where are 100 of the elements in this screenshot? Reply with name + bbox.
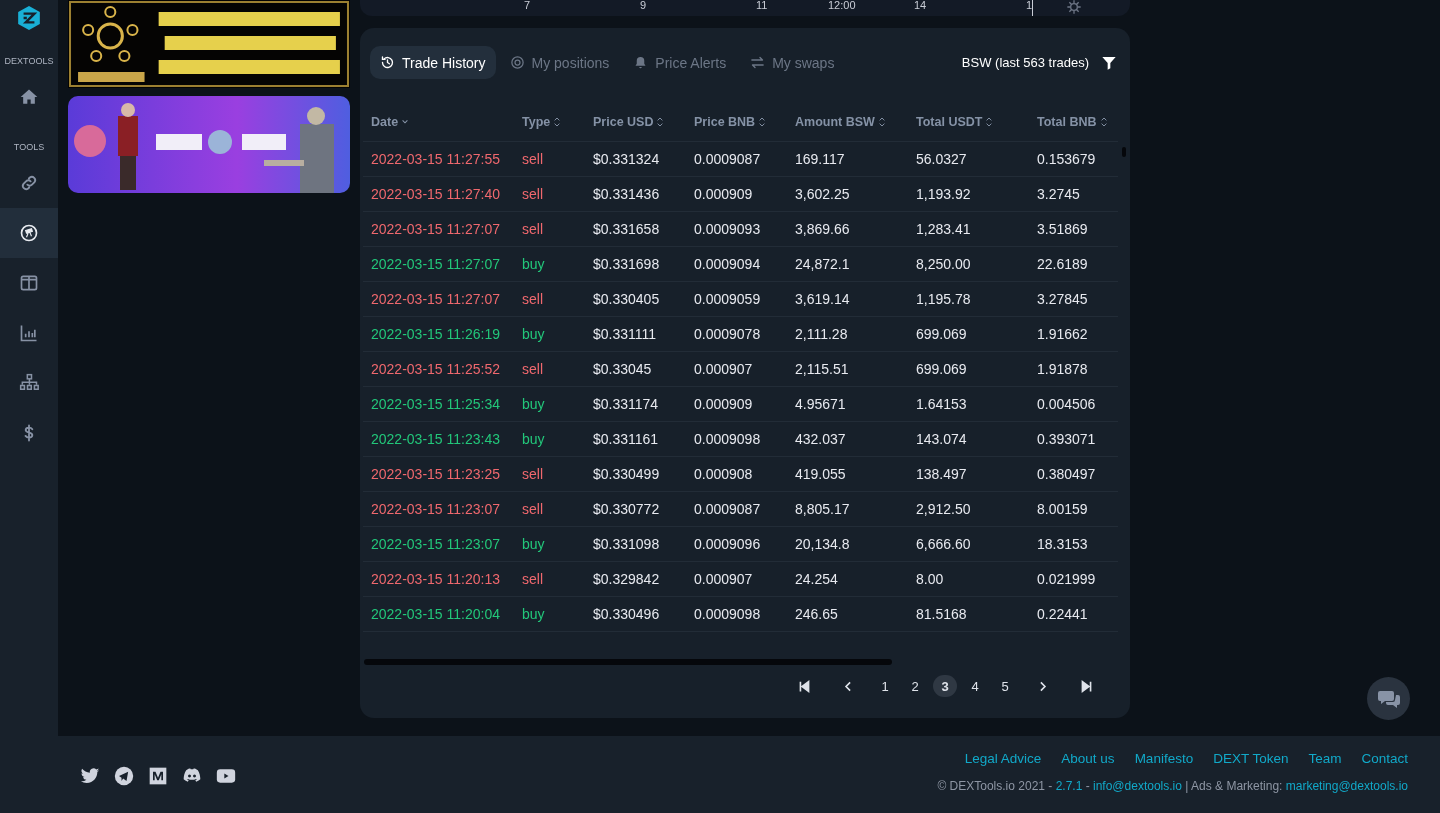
table-cell: 18.3153 <box>1037 536 1088 552</box>
table-cell: 3.2745 <box>1037 186 1080 202</box>
table-cell: 0.0009093 <box>694 221 761 237</box>
table-cell: 0.000909 <box>694 396 753 412</box>
table-cell: 3,602.25 <box>795 186 850 202</box>
swap-icon <box>750 55 766 70</box>
paper-plane-icon[interactable] <box>114 766 134 786</box>
axis-label: 14 <box>914 0 928 13</box>
chat-button[interactable] <box>1367 677 1410 720</box>
table-cell: sell <box>522 361 543 377</box>
settings-icon[interactable] <box>1066 0 1082 16</box>
table-cell: 1,195.78 <box>916 291 971 307</box>
table-cell: 0.0009094 <box>694 256 761 272</box>
bar-chart-icon <box>19 323 39 343</box>
table-cell: 8.00159 <box>1037 501 1088 517</box>
last-page-icon <box>1079 679 1093 693</box>
table-cell: 2022-03-15 11:27:07 <box>371 221 500 237</box>
table-cell: 4.95671 <box>795 396 846 412</box>
footer-link[interactable]: Manifesto <box>1134 751 1194 766</box>
sort-icon <box>758 117 767 127</box>
table-cell: 3.27845 <box>1037 291 1088 307</box>
scrollbar[interactable] <box>364 659 892 665</box>
sort-icon <box>656 117 665 127</box>
home-icon <box>19 87 39 107</box>
footer-link[interactable]: 2.7.1 <box>1055 779 1083 793</box>
history-icon <box>380 55 395 70</box>
table-cell: 0.0009087 <box>694 151 761 167</box>
table-cell: 0.0009087 <box>694 501 761 517</box>
column-header[interactable]: Total USDT <box>916 115 994 129</box>
sort-icon <box>985 117 994 127</box>
page-button[interactable]: 5 <box>993 675 1017 697</box>
page-button[interactable]: 3 <box>933 675 957 697</box>
sort-icon <box>553 117 562 127</box>
table-cell: 24.254 <box>795 571 838 587</box>
table-cell: 432.037 <box>795 431 846 447</box>
table-cell: buy <box>522 396 545 412</box>
column-header[interactable]: Type <box>522 115 562 129</box>
tab[interactable]: Price Alerts <box>623 46 737 79</box>
table-cell: 24,872.1 <box>795 256 850 272</box>
table-cell: $0.331436 <box>593 186 660 202</box>
table-cell: $0.331324 <box>593 151 660 167</box>
footer-link[interactable]: Legal Advice <box>964 751 1042 766</box>
video-play-icon[interactable] <box>216 766 236 786</box>
table-cell: 8,805.17 <box>795 501 850 517</box>
columns-icon <box>19 273 39 293</box>
table-cell: 0.000908 <box>694 466 753 482</box>
table-cell: 0.000907 <box>694 571 753 587</box>
table-cell: $0.331698 <box>593 256 660 272</box>
logo-icon[interactable] <box>16 4 42 32</box>
table-cell: buy <box>522 431 545 447</box>
table-cell: 56.0327 <box>916 151 967 167</box>
tab[interactable]: Trade History <box>370 46 496 79</box>
target-icon <box>509 55 525 70</box>
copyright-text: | Ads & Marketing: <box>1184 779 1284 793</box>
table-cell: sell <box>522 571 543 587</box>
table-cell: 2022-03-15 11:20:04 <box>371 606 500 622</box>
tab[interactable]: My swaps <box>740 46 845 79</box>
crosshair-line <box>1032 0 1033 16</box>
filter-icon <box>1101 54 1117 71</box>
footer-link[interactable]: Contact <box>1361 751 1408 766</box>
medium-icon[interactable] <box>148 766 168 786</box>
table-cell: $0.330772 <box>593 501 660 517</box>
column-header[interactable]: Price USD <box>593 115 665 129</box>
column-header[interactable]: Total BNB <box>1037 115 1108 129</box>
footer-link[interactable]: Team <box>1308 751 1342 766</box>
footer-link[interactable]: marketing@dextools.io <box>1285 779 1408 793</box>
page-button[interactable]: 1 <box>873 675 897 697</box>
column-header[interactable]: Price BNB <box>694 115 767 129</box>
trades-summary: BSW (last 563 trades) <box>961 55 1089 70</box>
table-cell: 0.0009098 <box>694 431 761 447</box>
footer-link[interactable]: DEXT Token <box>1213 751 1289 766</box>
tab[interactable]: My positions <box>499 46 620 79</box>
table-cell: 0.0009096 <box>694 536 761 552</box>
brand-label: DEXTOOLS <box>4 56 54 66</box>
table-cell: 1,283.41 <box>916 221 971 237</box>
page-button[interactable]: 2 <box>903 675 927 697</box>
axis-label: 12:00 <box>828 0 857 13</box>
table-cell: $0.331161 <box>593 431 659 447</box>
page-button[interactable]: 4 <box>963 675 987 697</box>
first-page-icon <box>797 679 811 693</box>
table-cell: $0.330499 <box>593 466 660 482</box>
table-cell: 0.0009059 <box>694 291 761 307</box>
table-cell: buy <box>522 536 545 552</box>
table-cell: 2022-03-15 11:27:55 <box>371 151 500 167</box>
table-cell: 81.5168 <box>916 606 967 622</box>
sort-icon <box>877 117 886 127</box>
column-header[interactable]: Date <box>371 115 410 129</box>
table-cell: 2022-03-15 11:25:52 <box>371 361 500 377</box>
footer-link[interactable]: About us <box>1061 751 1115 766</box>
axis-label: 1 <box>1026 0 1032 13</box>
table-cell: 699.069 <box>916 361 967 377</box>
table-cell: 699.069 <box>916 326 967 342</box>
filter-button[interactable] <box>1101 54 1117 71</box>
twitter-bird-icon[interactable] <box>80 766 100 786</box>
sidebar-item[interactable] <box>0 208 58 258</box>
footer-link[interactable]: info@dextools.io <box>1093 779 1182 793</box>
table-cell: 20,134.8 <box>795 536 850 552</box>
column-header[interactable]: Amount BSW <box>795 115 886 129</box>
table-cell: 169.117 <box>795 151 845 167</box>
table-cell: 2022-03-15 11:23:07 <box>371 501 500 517</box>
